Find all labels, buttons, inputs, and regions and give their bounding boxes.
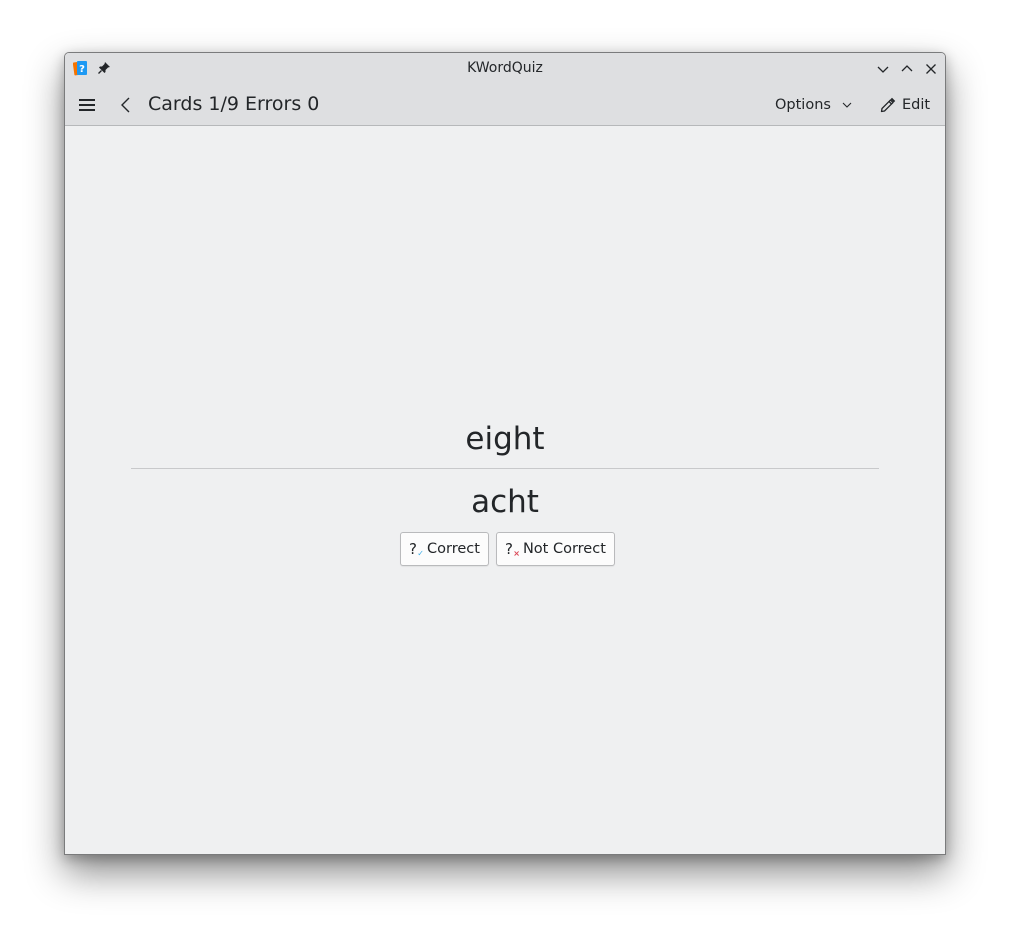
question-error-icon: ? × [504, 540, 520, 558]
card-separator [131, 468, 879, 469]
page-title: Cards 1/9 Errors 0 [148, 93, 320, 115]
chevron-down-icon [842, 102, 852, 108]
window-title: KWordQuiz [467, 60, 543, 76]
answer-word: acht [471, 484, 539, 520]
correct-button[interactable]: ? ✓ Correct [400, 532, 489, 566]
minimize-button[interactable] [875, 61, 891, 77]
options-label: Options [775, 97, 831, 113]
maximize-button[interactable] [899, 61, 915, 77]
close-button[interactable] [923, 61, 939, 77]
back-button[interactable] [119, 96, 133, 114]
quiz-area: eight acht ? ✓ Correct ? × Not Correct [65, 126, 945, 854]
correct-label: Correct [427, 541, 480, 557]
question-correct-icon: ? ✓ [409, 540, 424, 558]
toolbar: Cards 1/9 Errors 0 Options Edit [65, 85, 945, 126]
question-word: eight [465, 421, 545, 457]
edit-label: Edit [902, 97, 931, 113]
answer-buttons: ? ✓ Correct ? × Not Correct [400, 532, 615, 566]
not-correct-label: Not Correct [522, 541, 606, 557]
app-window: ? KWordQuiz Cards 1/9 Errors 0 Options E… [64, 52, 946, 855]
pencil-icon [880, 97, 896, 112]
title-bar[interactable]: ? KWordQuiz [65, 53, 945, 85]
options-menu-button[interactable]: Options [769, 91, 859, 119]
hamburger-menu-icon[interactable] [78, 97, 96, 113]
edit-button[interactable]: Edit [873, 91, 936, 119]
not-correct-button[interactable]: ? × Not Correct [495, 532, 615, 566]
